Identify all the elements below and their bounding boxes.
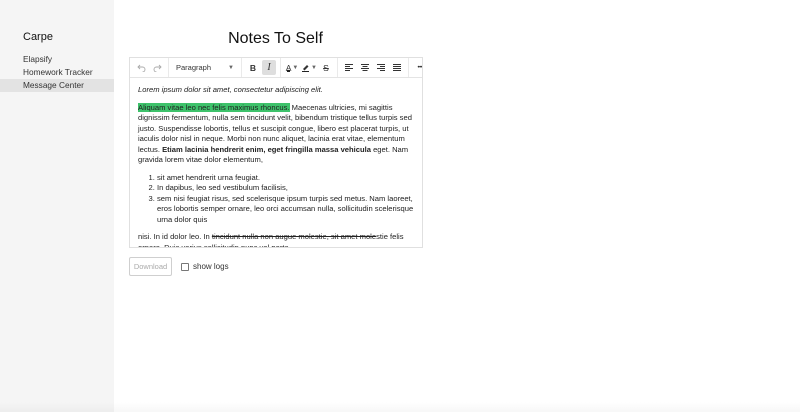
sidebar-nav: Elapsify Homework Tracker Message Center	[0, 53, 114, 92]
highlighter-icon	[302, 65, 309, 72]
undo-button[interactable]	[134, 60, 148, 75]
align-justify-button[interactable]	[390, 60, 404, 75]
align-left-icon	[344, 64, 353, 71]
rich-text-editor: Paragraph ▼ B I A ▼ ▼ S ••• Lorem ipsum …	[129, 57, 423, 248]
text-color-button[interactable]: A ▼	[285, 60, 299, 75]
block-format-select[interactable]: Paragraph ▼	[173, 60, 237, 75]
align-center-button[interactable]	[358, 60, 372, 75]
editor-toolbar: Paragraph ▼ B I A ▼ ▼ S •••	[130, 58, 422, 78]
bold-button[interactable]: B	[246, 60, 260, 75]
text-color-icon: A	[285, 62, 292, 73]
highlighted-text: Aliquam vitae leo nec felis maximus rhon…	[138, 102, 290, 112]
italic-button[interactable]: I	[262, 60, 276, 75]
list-item: sit amet hendrerit urna feugiat.	[157, 173, 414, 184]
show-logs-checkbox[interactable]	[181, 262, 189, 271]
align-center-icon	[360, 64, 369, 71]
last-text-start: nisi. In id dolor leo. In	[138, 232, 212, 241]
chevron-down-icon: ▼	[311, 64, 317, 71]
align-right-button[interactable]	[374, 60, 388, 75]
color-group: A ▼ ▼ S	[281, 58, 338, 77]
highlight-color-button[interactable]: ▼	[301, 60, 317, 75]
brand-name[interactable]: Carpe	[23, 31, 53, 43]
sidebar-item-elapsify[interactable]: Elapsify	[0, 53, 114, 66]
bold-text: Etiam lacinia hendrerit enim, eget fring…	[162, 144, 371, 154]
last-paragraph: nisi. In id dolor leo. In tincidunt null…	[138, 232, 414, 247]
intro-paragraph: Lorem ipsum dolor sit amet, consectetur …	[138, 85, 414, 96]
chevron-down-icon: ▼	[228, 64, 234, 71]
show-logs-label: show logs	[193, 262, 229, 271]
format-group: Paragraph ▼	[169, 58, 242, 77]
ordered-list: sit amet hendrerit urna feugiat. In dapi…	[138, 173, 414, 226]
strikethrough-text: tincidunt nulla non augue molestie, sit …	[211, 232, 377, 241]
sidebar-item-message-center[interactable]: Message Center	[0, 79, 114, 92]
sidebar-item-homework-tracker[interactable]: Homework Tracker	[0, 66, 114, 79]
block-format-value: Paragraph	[176, 63, 212, 72]
chevron-down-icon: ▼	[292, 64, 299, 71]
strikethrough-button[interactable]: S	[319, 60, 333, 75]
more-icon: •••	[417, 64, 423, 71]
list-item: sem nisi feugiat risus, sed scelerisque …	[157, 194, 414, 226]
intro-text: Lorem ipsum dolor sit amet, consectetur …	[138, 85, 323, 94]
history-group	[130, 58, 169, 77]
sidebar: Carpe Elapsify Homework Tracker Message …	[0, 0, 114, 412]
body-paragraph: Aliquam vitae leo nec felis maximus rhon…	[138, 102, 414, 166]
list-item: In dapibus, leo sed vestibulum facilisis…	[157, 183, 414, 194]
download-button[interactable]: Download	[129, 257, 172, 276]
style-group: B I	[242, 58, 281, 77]
redo-icon	[153, 64, 162, 72]
more-group: •••	[409, 58, 423, 77]
page-title: Notes To Self	[228, 30, 323, 47]
align-justify-icon	[392, 64, 401, 71]
editor-content[interactable]: Lorem ipsum dolor sit amet, consectetur …	[130, 78, 422, 247]
more-options-button[interactable]: •••	[413, 60, 423, 75]
show-logs-toggle[interactable]: show logs	[181, 262, 229, 271]
undo-icon	[136, 64, 145, 72]
align-right-icon	[376, 64, 385, 71]
align-left-button[interactable]	[342, 60, 356, 75]
footer-divider	[0, 402, 800, 412]
align-group	[338, 58, 409, 77]
redo-button[interactable]	[150, 60, 164, 75]
